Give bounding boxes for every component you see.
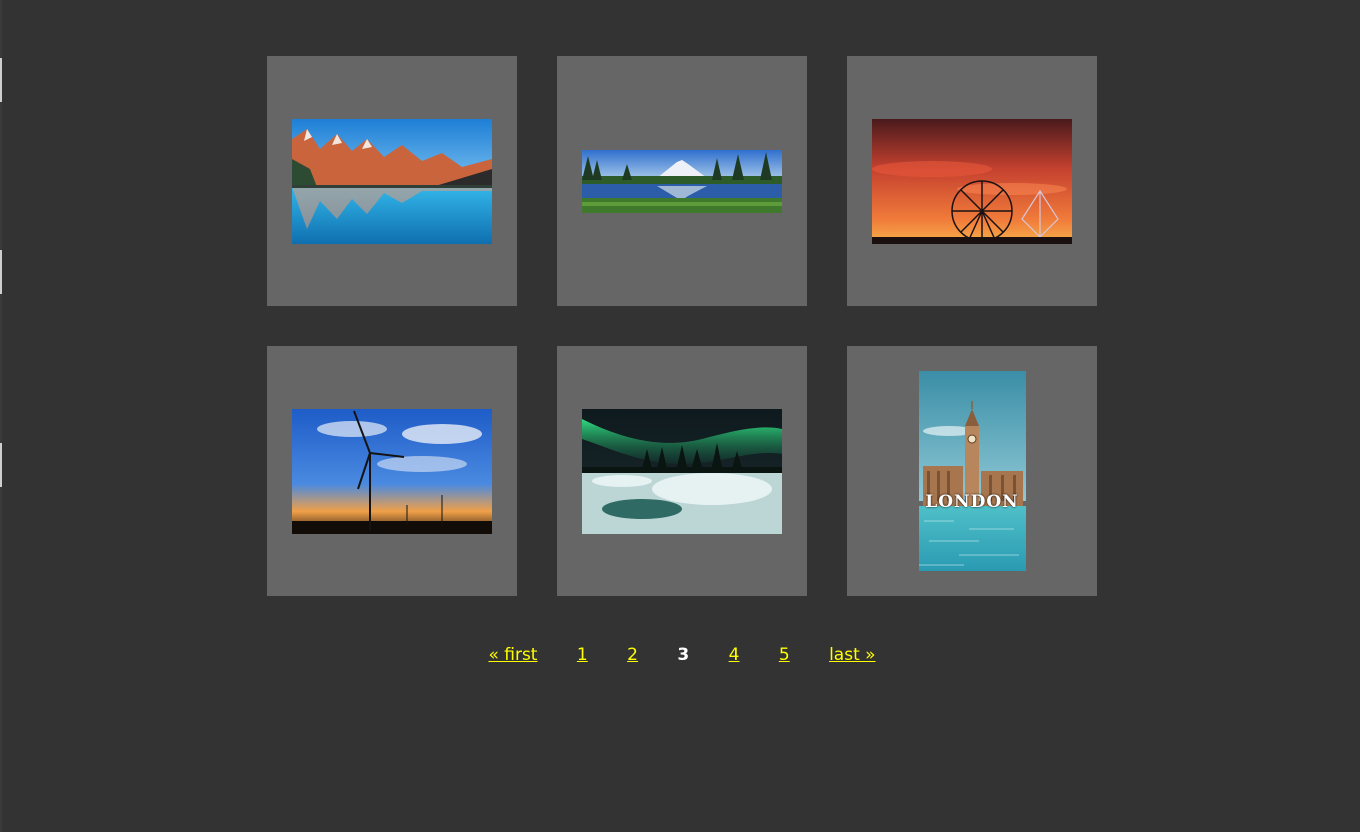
thumbnail-london[interactable]: LONDON [918, 371, 1026, 571]
edge-marker [0, 58, 2, 102]
pagination-page-4[interactable]: 4 [729, 645, 740, 665]
pagination-page-2[interactable]: 2 [627, 645, 638, 665]
pagination-page-5[interactable]: 5 [779, 645, 790, 665]
pagination-page-1[interactable]: 1 [577, 645, 588, 665]
image-gallery: LONDON [267, 56, 1097, 596]
thumbnail-alpine-lake[interactable] [582, 149, 782, 213]
window-edge [0, 0, 2, 832]
thumbnail-mountain-lake[interactable] [292, 118, 492, 244]
thumbnail-aurora[interactable] [582, 408, 782, 534]
gallery-tile[interactable] [557, 346, 807, 596]
thumbnail-ferris-wheel[interactable] [872, 118, 1072, 244]
edge-marker [0, 250, 2, 294]
pagination-current-page: 3 [677, 645, 690, 665]
pagination: « first 1 2 3 4 5 last » [0, 645, 1360, 665]
gallery-tile[interactable] [267, 56, 517, 306]
gallery-tile[interactable] [847, 56, 1097, 306]
gallery-tile[interactable] [557, 56, 807, 306]
pagination-last-link[interactable]: last » [829, 645, 875, 665]
london-caption: LONDON [925, 492, 1019, 512]
edge-marker [0, 443, 2, 487]
thumbnail-wind-turbine[interactable] [292, 408, 492, 534]
gallery-tile[interactable]: LONDON [847, 346, 1097, 596]
gallery-tile[interactable] [267, 346, 517, 596]
pagination-first-link[interactable]: « first [488, 645, 537, 665]
